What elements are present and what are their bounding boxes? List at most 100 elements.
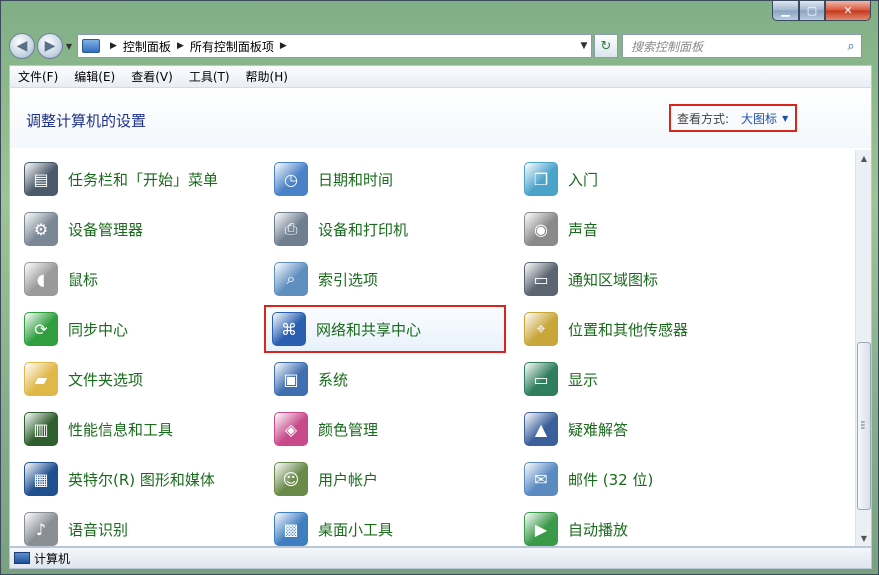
view-by-label: 查看方式: — [677, 111, 730, 126]
control-panel-window: ▁ ▢ ✕ ◀ ▶ ▼ ▶ 控制面板 ▶ 所有控制面板项 ▶ ▼ ↻ 搜索控制面… — [0, 0, 879, 575]
cp-item-troubleshooting[interactable]: ▲ 疑难解答 — [520, 404, 760, 454]
cp-item-label: 入门 — [568, 170, 599, 189]
status-text: 计算机 — [34, 551, 71, 566]
cp-item-label: 同步中心 — [68, 320, 129, 339]
cp-item-label: 桌面小工具 — [318, 520, 394, 539]
cp-item-microphone[interactable]: ♪ 语音识别 — [20, 504, 260, 546]
indexing-icon: ⌕ — [274, 262, 308, 296]
microphone-icon: ♪ — [24, 512, 58, 546]
cp-item-performance[interactable]: ▥ 性能信息和工具 — [20, 404, 260, 454]
folder-options-icon: ▰ — [24, 362, 58, 396]
menu-edit[interactable]: 编辑(E) — [66, 68, 123, 85]
cp-item-getting-started[interactable]: ❒ 入门 — [520, 154, 760, 204]
back-button[interactable]: ◀ — [9, 33, 35, 59]
chevron-down-icon: ▼ — [65, 41, 73, 51]
cp-item-label: 显示 — [568, 370, 599, 389]
page-title: 调整计算机的设置 — [26, 112, 147, 130]
forward-button[interactable]: ▶ — [37, 33, 63, 59]
cp-item-label: 颜色管理 — [318, 420, 379, 439]
device-manager-icon: ⚙ — [24, 212, 58, 246]
chevron-down-icon[interactable]: ▼ — [782, 114, 788, 123]
cp-item-system[interactable]: ▣ 系统 — [270, 354, 510, 404]
gadgets-icon: ▩ — [274, 512, 308, 546]
speaker-icon: ◉ — [524, 212, 558, 246]
cp-item-printer[interactable]: ⎙ 设备和打印机 — [270, 204, 510, 254]
cp-item-speaker[interactable]: ◉ 声音 — [520, 204, 760, 254]
cp-item-label: 设备管理器 — [68, 220, 144, 239]
maximize-button[interactable]: ▢ — [799, 1, 825, 21]
cp-item-notification-area[interactable]: ▭ 通知区域图标 — [520, 254, 760, 304]
breadcrumb-control-panel[interactable]: 控制面板 — [123, 38, 171, 55]
back-arrow-icon: ◀ — [16, 38, 28, 54]
forward-arrow-icon: ▶ — [44, 38, 56, 54]
cp-item-label: 设备和打印机 — [318, 220, 409, 239]
cp-item-label: 任务栏和「开始」菜单 — [68, 170, 219, 189]
getting-started-icon: ❒ — [524, 162, 558, 196]
cp-item-mail[interactable]: ✉ 邮件 (32 位) — [520, 454, 760, 504]
search-icon[interactable]: ⌕ — [841, 39, 861, 54]
printer-icon: ⎙ — [274, 212, 308, 246]
recent-pages-dropdown[interactable]: ▼ — [63, 42, 75, 51]
menu-tools[interactable]: 工具(T) — [181, 68, 238, 85]
cp-item-label: 位置和其他传感器 — [568, 320, 689, 339]
cp-item-sync-center[interactable]: ⟳ 同步中心 — [20, 304, 260, 354]
cp-item-label: 鼠标 — [68, 270, 99, 289]
cp-item-label: 语音识别 — [68, 520, 129, 539]
cp-item-network[interactable]: ⌘ 网络和共享中心 — [264, 305, 506, 353]
breadcrumb-all-items[interactable]: 所有控制面板项 — [190, 38, 274, 55]
cp-item-label: 通知区域图标 — [568, 270, 659, 289]
cp-item-gadgets[interactable]: ▩ 桌面小工具 — [270, 504, 510, 546]
user-accounts-icon: ☺ — [274, 462, 308, 496]
cp-item-color-management[interactable]: ◈ 颜色管理 — [270, 404, 510, 454]
address-bar[interactable]: ▶ 控制面板 ▶ 所有控制面板项 ▶ ▼ — [77, 34, 592, 58]
cp-item-label: 性能信息和工具 — [68, 420, 174, 439]
menu-file[interactable]: 文件(F) — [10, 68, 66, 85]
cp-item-label: 索引选项 — [318, 270, 379, 289]
cp-item-indexing[interactable]: ⌕ 索引选项 — [270, 254, 510, 304]
cp-item-device-manager[interactable]: ⚙ 设备管理器 — [20, 204, 260, 254]
breadcrumb-arrow-icon[interactable]: ▶ — [177, 41, 184, 51]
cp-item-label: 邮件 (32 位) — [568, 470, 654, 489]
cp-item-display[interactable]: ▭ 显示 — [520, 354, 760, 404]
cp-item-location-sensor[interactable]: ⌖ 位置和其他传感器 — [520, 304, 760, 354]
view-by-value[interactable]: 大图标 — [741, 110, 777, 127]
cp-item-label: 用户帐户 — [318, 470, 379, 489]
address-dropdown-icon[interactable]: ▼ — [577, 41, 591, 51]
cp-item-label: 疑难解答 — [568, 420, 629, 439]
minimize-icon: ▁ — [781, 4, 790, 17]
menu-view[interactable]: 查看(V) — [123, 68, 181, 85]
search-placeholder: 搜索控制面板 — [631, 39, 704, 54]
cp-item-mouse[interactable]: ◖ 鼠标 — [20, 254, 260, 304]
refresh-icon: ↻ — [600, 38, 612, 54]
search-input[interactable]: 搜索控制面板 ⌕ — [622, 34, 862, 58]
scroll-up-icon[interactable]: ▲ — [856, 150, 871, 166]
troubleshooting-icon: ▲ — [524, 412, 558, 446]
menu-help[interactable]: 帮助(H) — [238, 68, 296, 85]
network-icon: ⌘ — [272, 312, 306, 346]
cp-item-label: 日期和时间 — [318, 170, 394, 189]
view-by-selector[interactable]: 查看方式: 大图标 ▼ — [669, 104, 797, 132]
minimize-button[interactable]: ▁ — [772, 1, 799, 21]
breadcrumb-arrow-icon[interactable]: ▶ — [280, 41, 287, 51]
refresh-button[interactable]: ↻ — [594, 34, 618, 58]
address-row: ◀ ▶ ▼ ▶ 控制面板 ▶ 所有控制面板项 ▶ ▼ ↻ 搜索控制面板 ⌕ — [9, 31, 872, 61]
cp-item-label: 英特尔(R) 图形和媒体 — [68, 470, 215, 489]
location-sensor-icon: ⌖ — [524, 312, 558, 346]
vertical-scrollbar[interactable]: ▲ ═ ═ ═ ▼ — [855, 150, 871, 546]
cp-item-autoplay[interactable]: ▶ 自动播放 — [520, 504, 760, 546]
caption-buttons: ▁ ▢ ✕ — [772, 1, 871, 21]
cp-item-calendar-clock[interactable]: ◷ 日期和时间 — [270, 154, 510, 204]
autoplay-icon: ▶ — [524, 512, 558, 546]
scrollbar-thumb[interactable]: ═ ═ ═ — [857, 342, 871, 510]
breadcrumb-arrow-icon[interactable]: ▶ — [110, 41, 117, 51]
cp-item-intel-graphics[interactable]: ▦ 英特尔(R) 图形和媒体 — [20, 454, 260, 504]
cp-item-taskbar[interactable]: ▤ 任务栏和「开始」菜单 — [20, 154, 260, 204]
scroll-down-icon[interactable]: ▼ — [856, 530, 871, 546]
cp-item-label: 网络和共享中心 — [316, 320, 422, 339]
control-panel-icon — [82, 39, 100, 53]
cp-item-user-accounts[interactable]: ☺ 用户帐户 — [270, 454, 510, 504]
maximize-icon: ▢ — [806, 4, 818, 17]
close-button[interactable]: ✕ — [825, 1, 871, 21]
cp-item-folder-options[interactable]: ▰ 文件夹选项 — [20, 354, 260, 404]
mouse-icon: ◖ — [24, 262, 58, 296]
